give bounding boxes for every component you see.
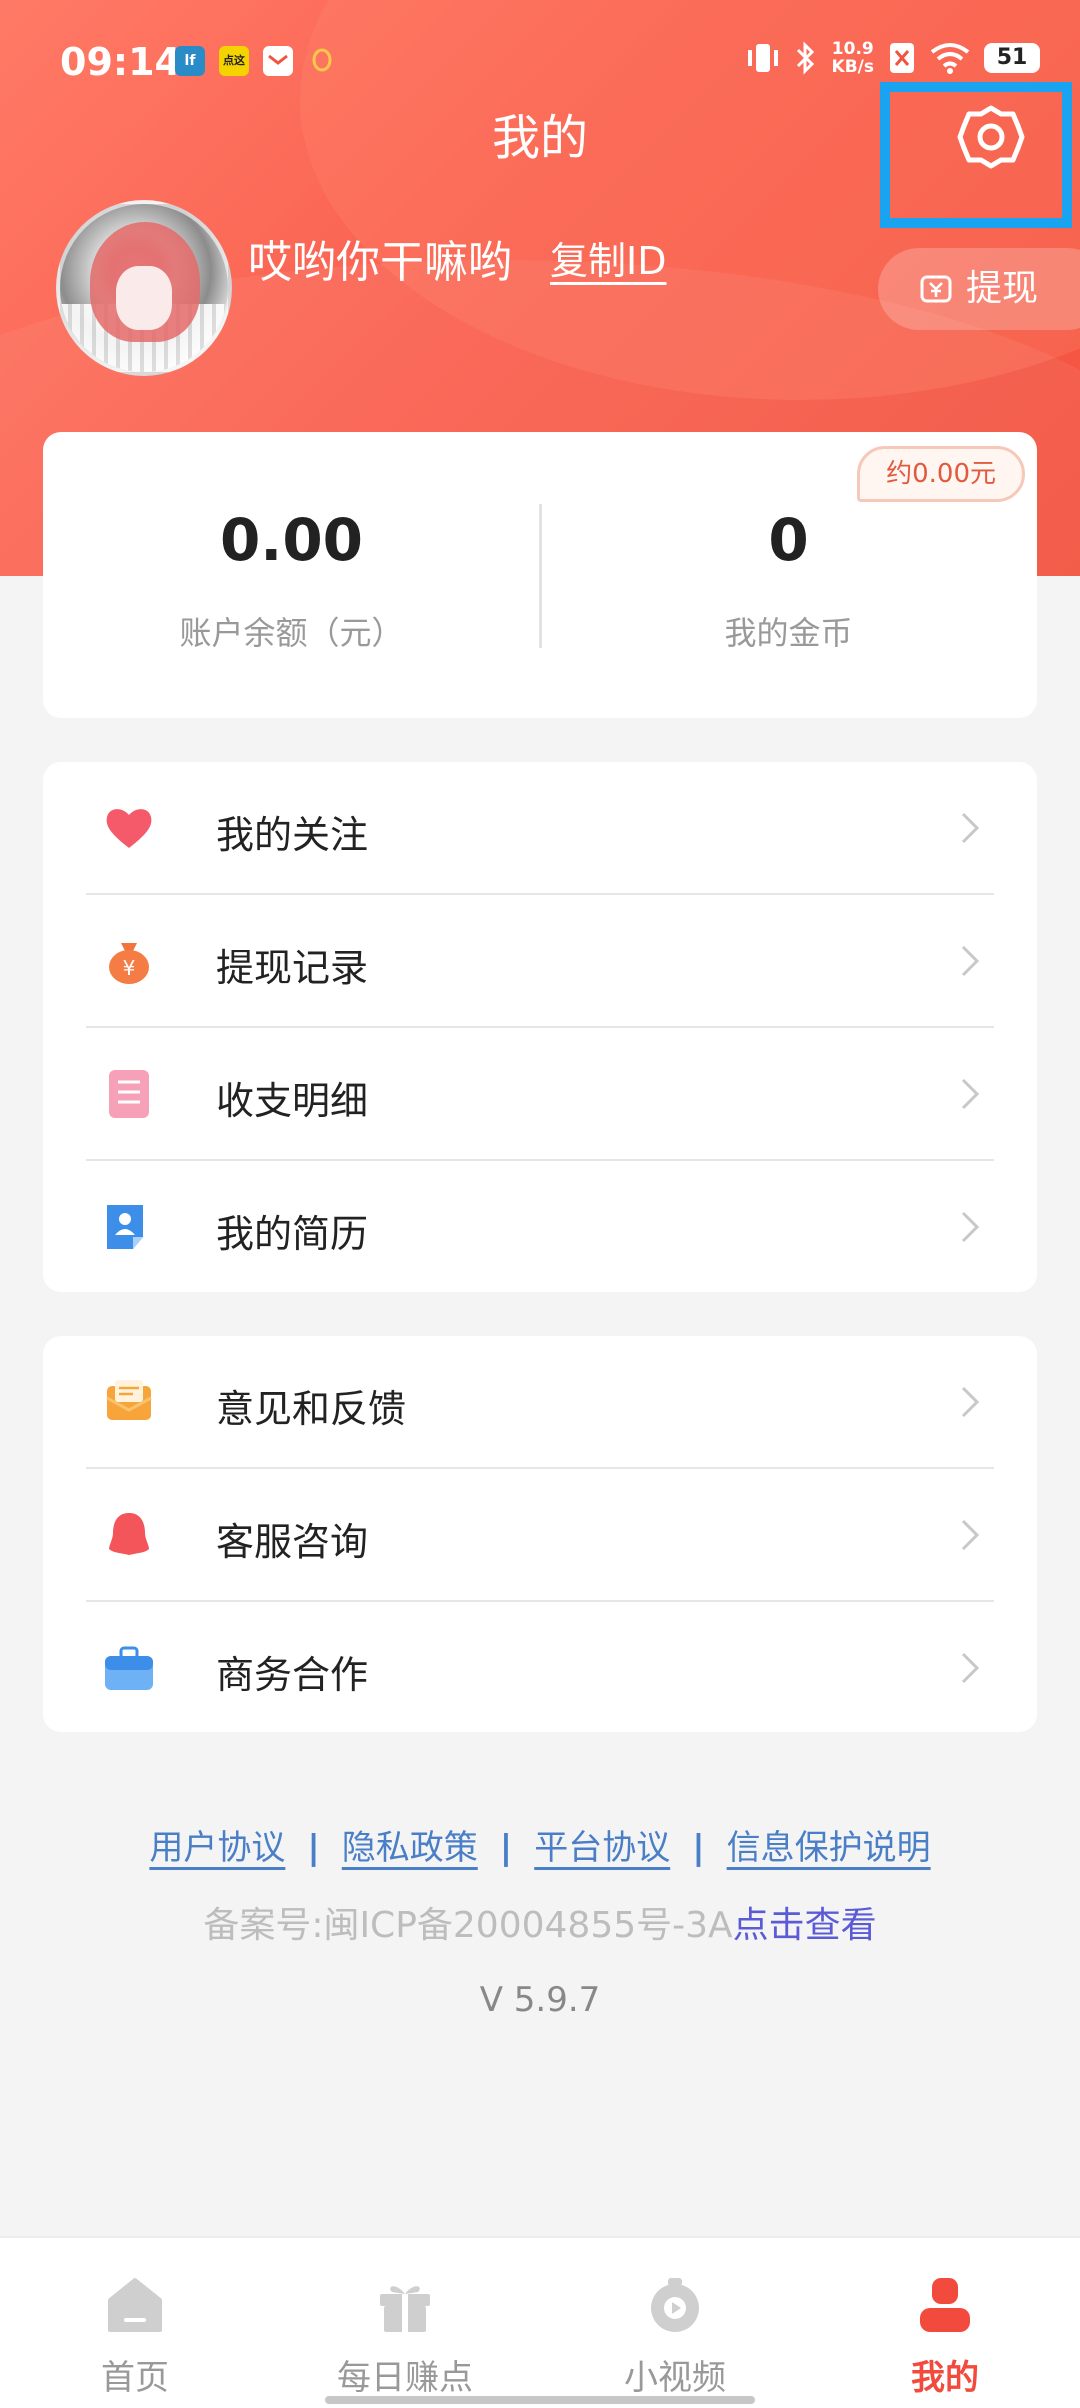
mail-icon [263,46,293,76]
platform-agreement-link[interactable]: 平台协议 [534,1828,670,1868]
chevron-right-icon [961,1078,980,1110]
menu-group-account: 我的关注 ¥ 提现记录 收支明细 我的简历 [43,762,1037,1292]
link-separator: | [692,1828,705,1868]
vibrate-icon [747,44,778,72]
chevron-right-icon [961,1386,980,1418]
tab-label: 我的 [911,2358,979,2398]
menu-item-transaction-details[interactable]: 收支明细 [43,1028,1037,1161]
tab-daily-earn[interactable]: 每日赚点 [270,2238,540,2408]
svg-text:¥: ¥ [123,956,136,980]
chevron-right-icon [961,1519,980,1551]
chevron-right-icon [961,812,980,844]
wallet-icon [920,275,952,303]
menu-group-support: 意见和反馈 客服咨询 商务合作 [43,1336,1037,1732]
tab-label: 首页 [101,2358,169,2398]
video-icon [651,2278,699,2332]
coins-estimate-badge: 约0.00元 [857,446,1025,502]
menu-item-label: 我的简历 [216,1212,369,1256]
heart-icon [106,809,152,848]
resume-icon [107,1205,143,1249]
menu-item-label: 我的关注 [216,813,369,857]
list-icon [109,1070,149,1118]
link-separator: | [499,1828,513,1868]
coins-value: 0 [768,506,809,574]
app-version: V 5.9.7 [479,1980,601,2020]
menu-item-label: 提现记录 [216,946,369,990]
wifi-icon [930,43,970,74]
qq-icon [307,46,337,76]
chevron-right-icon [961,1211,980,1243]
withdraw-label: 提现 [966,268,1039,309]
account-balance-value: 0.00 [219,506,364,574]
icp-number: 备案号:闽ICP备20004855号-3A [203,1905,733,1946]
bluetooth-icon [796,41,814,75]
menu-item-label: 意见和反馈 [216,1387,407,1431]
gear-icon [957,105,1025,169]
menu-item-feedback[interactable]: 意见和反馈 [43,1336,1037,1469]
menu-item-withdraw-records[interactable]: ¥ 提现记录 [43,895,1037,1028]
menu-item-my-follows[interactable]: 我的关注 [43,762,1037,895]
bottom-tab-bar: 首页 每日赚点 小视频 我的 [0,2236,1080,2408]
menu-item-label: 收支明细 [216,1079,369,1123]
status-time: 09:14 [60,40,181,84]
balance-card: 0.00 账户余额（元） 0 我的金币 约0.00元 [43,432,1037,718]
user-agreement-link[interactable]: 用户协议 [149,1828,285,1868]
menu-item-label: 客服咨询 [216,1520,369,1564]
home-icon [108,2278,162,2332]
gift-icon [380,2286,430,2332]
status-right-indicators: 10.9 KB/s 51 [746,40,1040,76]
account-balance-label: 账户余额（元） [179,614,404,652]
tab-label: 每日赚点 [337,2358,473,2398]
icp-record: 备案号:闽ICP备20004855号-3A点击查看 [0,1896,1080,1948]
legal-links: 用户协议 | 隐私政策 | 平台协议 | 信息保护说明 [0,1820,1080,1869]
username: 哎哟你干嘛哟 [248,237,512,288]
home-indicator[interactable] [325,2396,755,2404]
battery-indicator: 51 [984,43,1040,73]
menu-item-customer-service[interactable]: 客服咨询 [43,1469,1037,1602]
status-app-icons: lf 点这 [175,46,337,76]
net-speed: 10.9 KB/s [831,39,874,77]
menu-item-my-resume[interactable]: 我的简历 [43,1161,1037,1294]
tab-short-video[interactable]: 小视频 [540,2238,810,2408]
chevron-right-icon [961,945,980,977]
tab-mine[interactable]: 我的 [810,2238,1080,2408]
service-icon [109,1513,149,1555]
withdraw-button[interactable]: 提现 [878,248,1080,330]
coins-label: 我的金币 [724,614,853,652]
menu-item-label: 商务合作 [216,1653,369,1697]
info-protection-link[interactable]: 信息保护说明 [727,1828,931,1868]
feedback-mail-icon [106,1380,152,1420]
account-balance[interactable]: 0.00 账户余额（元） [43,432,540,718]
copy-id-link[interactable]: 复制ID [550,230,666,285]
money-bag-icon: ¥ [109,943,149,984]
chevron-right-icon [961,1652,980,1684]
app-dianzhe-icon: 点这 [219,46,249,76]
no-sim-icon [890,43,914,73]
tab-home[interactable]: 首页 [0,2238,270,2408]
briefcase-icon [105,1646,153,1690]
avatar[interactable] [56,200,232,376]
person-icon [920,2278,970,2332]
privacy-policy-link[interactable]: 隐私政策 [342,1828,478,1868]
icp-view-link[interactable]: 点击查看 [733,1905,877,1946]
link-separator: | [307,1828,320,1868]
menu-item-business-cooperation[interactable]: 商务合作 [43,1602,1037,1735]
app-lf-icon: lf [175,46,205,76]
tab-label: 小视频 [624,2358,726,2398]
settings-button[interactable] [880,82,1072,228]
